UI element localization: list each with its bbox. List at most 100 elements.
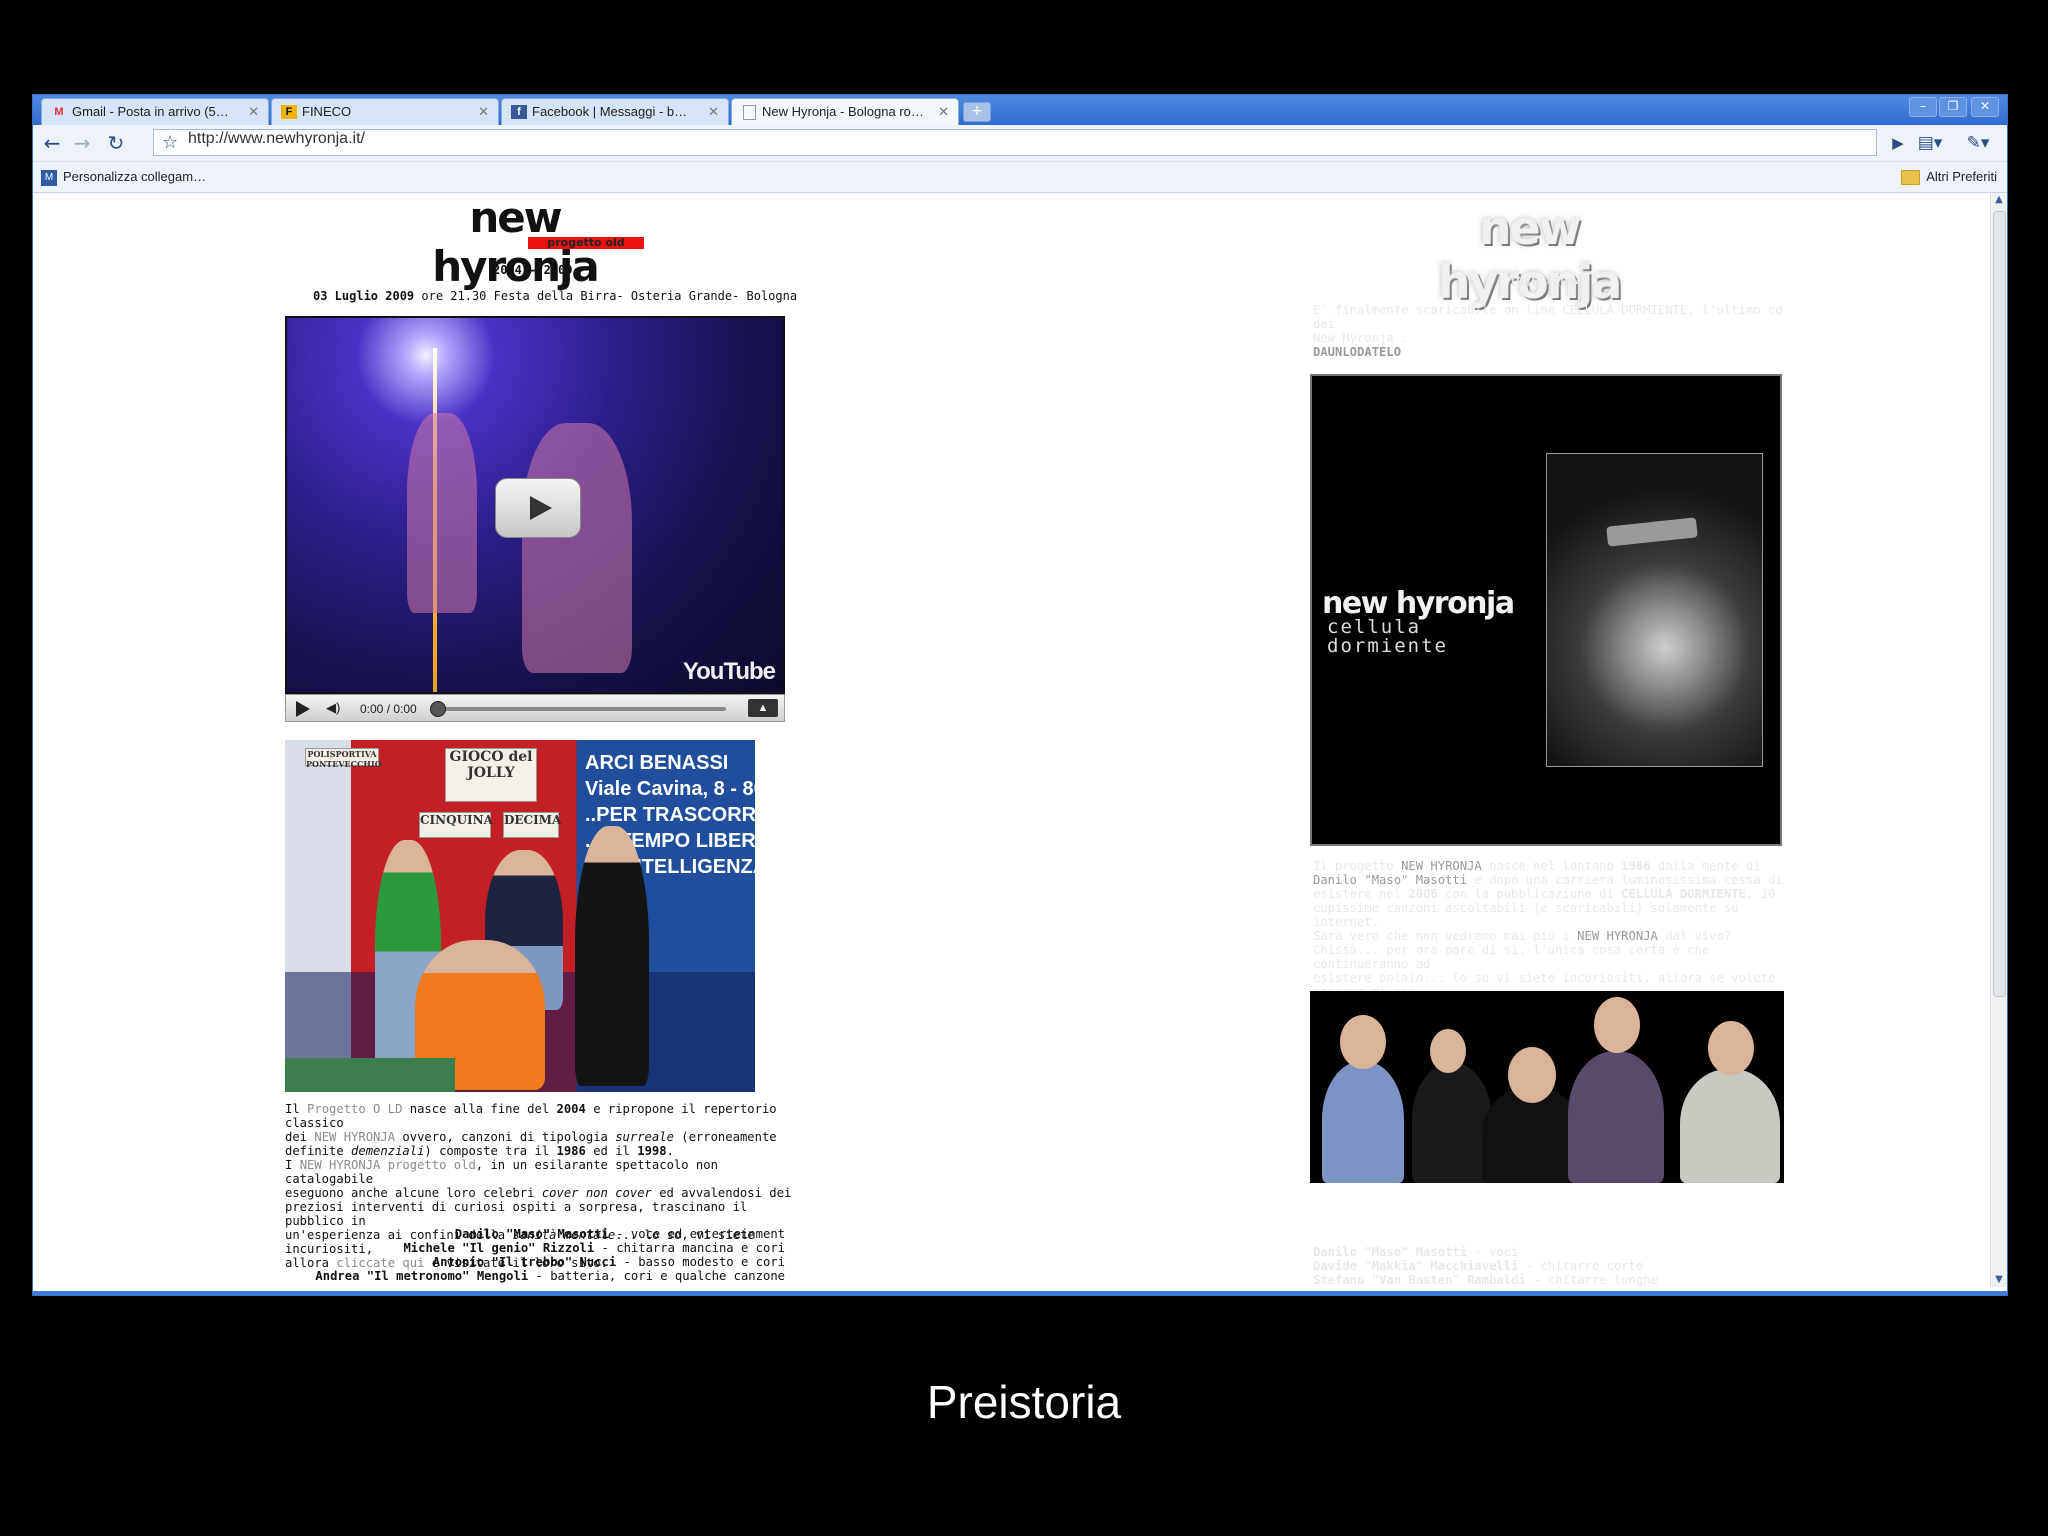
new-tab-button[interactable]: + bbox=[963, 102, 991, 122]
member-role: - chitarre lunghe bbox=[1525, 1273, 1658, 1287]
scroll-up-icon[interactable]: ▲ bbox=[1991, 193, 2007, 207]
bookmark-icon: M bbox=[41, 169, 57, 186]
text-segment: (erroneamente bbox=[673, 1130, 777, 1144]
other-bookmarks[interactable]: Altri Preferiti bbox=[1901, 168, 1997, 186]
video-controls: ◀) 0:00 / 0:00 ▲ bbox=[285, 694, 785, 722]
right-description: Il progetto NEW HYRONJA nasce nel lontan… bbox=[1313, 859, 1803, 1013]
go-button[interactable]: ▶ bbox=[1885, 130, 1911, 156]
sign-cinquina: CINQUINA bbox=[419, 812, 493, 838]
text-line: Chissà... per ora pare di sì, l'unica co… bbox=[1313, 943, 1803, 971]
forward-button[interactable]: → bbox=[69, 130, 95, 156]
person bbox=[1322, 1061, 1404, 1183]
person-head bbox=[1594, 997, 1640, 1053]
member-name: Michele "Il genio" Rizzoli bbox=[403, 1241, 595, 1255]
tab-gmail[interactable]: M Gmail - Posta in arrivo (577… ✕ bbox=[41, 98, 269, 125]
text-line: eseguono anche alcune loro celebri cover… bbox=[285, 1186, 805, 1200]
address-bar[interactable]: ☆ http://www.newhyronja.it/ bbox=[153, 129, 1877, 156]
text-segment: . bbox=[666, 1144, 674, 1158]
wrench-icon[interactable]: ✎▾ bbox=[1965, 130, 1991, 156]
album-cover[interactable]: new hyronja cellula dormiente bbox=[1310, 374, 1782, 846]
vertical-scrollbar[interactable]: ▲ ▼ bbox=[1990, 193, 2007, 1287]
scrollbar-thumb[interactable] bbox=[1993, 211, 2006, 997]
text-segment: nasce alla fine del bbox=[402, 1102, 557, 1116]
minimize-button[interactable]: – bbox=[1909, 97, 1937, 117]
text-segment: nasce nel lontano bbox=[1481, 859, 1622, 873]
video-player[interactable]: YouTube bbox=[285, 316, 785, 694]
back-button[interactable]: ← bbox=[39, 130, 65, 156]
video-time: 0:00 / 0:00 bbox=[360, 702, 417, 716]
reload-button[interactable]: ↻ bbox=[103, 130, 129, 156]
expand-icon[interactable]: ▲ bbox=[748, 699, 778, 717]
text-segment: con la pubblicazione di bbox=[1437, 887, 1622, 901]
member-name: Antonio "Il trebbo" Nucci bbox=[432, 1255, 617, 1269]
volume-icon[interactable]: ◀) bbox=[326, 700, 340, 716]
bookmark-customize-links[interactable]: M Personalizza collegam… bbox=[41, 168, 206, 186]
text-segment: dalla mente di bbox=[1650, 859, 1761, 873]
band-photo-old: POLISPORTIVA PONTEVECCHIO GIOCO del JOLL… bbox=[285, 740, 755, 1092]
window-close-button[interactable]: ✕ bbox=[1971, 97, 1999, 117]
tab-strip: M Gmail - Posta in arrivo (577… ✕ F FINE… bbox=[33, 95, 2007, 125]
tab-label: Gmail - Posta in arrivo (577… bbox=[72, 104, 234, 119]
text-segment: esistere nel bbox=[1313, 887, 1409, 901]
tab-new-hyronja[interactable]: New Hyronja - Bologna roc… ✕ bbox=[731, 98, 959, 125]
text-segment: cover non cover bbox=[541, 1186, 652, 1200]
text-line: definite demenziali) composte tra il 198… bbox=[285, 1144, 805, 1158]
text-segment: Progetto O LD bbox=[307, 1102, 403, 1116]
member-name: Andrea "Il metronomo" Mengoli bbox=[315, 1269, 529, 1283]
close-icon[interactable]: ✕ bbox=[248, 99, 259, 124]
event-line: 03 Luglio 2009 ore 21.30 Festa della Bir… bbox=[313, 289, 797, 303]
text-segment: 2006 bbox=[1408, 887, 1438, 901]
seek-bar[interactable] bbox=[436, 707, 726, 711]
text-segment: Il bbox=[285, 1102, 308, 1116]
close-icon[interactable]: ✕ bbox=[938, 99, 949, 124]
play-icon[interactable] bbox=[296, 701, 310, 717]
text-segment: NEW HYRONJA bbox=[1401, 859, 1482, 873]
maximize-button[interactable]: ❐ bbox=[1939, 97, 1967, 117]
tab-facebook[interactable]: f Facebook | Messaggi - barc… ✕ bbox=[501, 98, 729, 125]
page-menu-icon[interactable]: ▤▾ bbox=[1917, 130, 1943, 156]
text-segment: esistere bbox=[1313, 971, 1380, 985]
event-details: ore 21.30 Festa della Birra- Osteria Gra… bbox=[414, 289, 798, 303]
text-segment: NEW HYRONJA progetto old bbox=[299, 1158, 476, 1172]
bookmarks-bar: M Personalizza collegam… Altri Preferiti bbox=[33, 162, 2007, 193]
person-head bbox=[1340, 1015, 1386, 1069]
text-segment: 2004 bbox=[556, 1102, 586, 1116]
close-icon[interactable]: ✕ bbox=[708, 99, 719, 124]
person bbox=[575, 826, 649, 1086]
member-row: Davide "Makkia" Macchiavelli - chitarre … bbox=[1313, 1259, 1793, 1273]
play-icon[interactable] bbox=[495, 478, 581, 538]
person bbox=[1568, 1051, 1664, 1183]
member-row: Andrea "Il metronomo" Mengoli - batteria… bbox=[285, 1269, 785, 1283]
text-segment: NEW HYRONJA bbox=[314, 1130, 396, 1144]
member-name: Danilo "Maso" Masotti bbox=[1313, 1245, 1468, 1259]
close-icon[interactable]: ✕ bbox=[478, 99, 489, 124]
browser-window: M Gmail - Posta in arrivo (577… ✕ F FINE… bbox=[32, 94, 2008, 1296]
text-line: preziosi interventi di curiosi ospiti a … bbox=[285, 1200, 805, 1228]
person-head bbox=[1708, 1021, 1754, 1075]
text-line: I NEW HYRONJA progetto old, in un esilar… bbox=[285, 1158, 805, 1186]
doll-image bbox=[1546, 453, 1763, 767]
member-role: - basso modesto e cori bbox=[616, 1255, 785, 1269]
text-line: Il progetto NEW HYRONJA nasce nel lontan… bbox=[1313, 859, 1803, 873]
member-row: Danilo "Maso" Masotti - voce ed entertei… bbox=[285, 1227, 785, 1241]
text-segment: preziosi interventi di curiosi ospiti a … bbox=[285, 1200, 748, 1228]
member-row: Stefano "Van Basten" Rambaldi - chitarre… bbox=[1313, 1273, 1793, 1287]
page-content: new hyronja progetto old 2004 - 2009 03 … bbox=[33, 193, 1993, 1287]
performer-figure bbox=[407, 413, 477, 613]
left-members: Danilo "Maso" Masotti - voce ed entertei… bbox=[285, 1227, 785, 1283]
member-role: - voce ed enterteinment bbox=[608, 1227, 785, 1241]
new-hyronja-logo-dark[interactable]: new hyronja bbox=[1389, 201, 1669, 309]
scroll-down-icon[interactable]: ▼ bbox=[1991, 1273, 2007, 1287]
text-segment: ed il bbox=[585, 1144, 638, 1158]
tab-fineco[interactable]: F FINECO ✕ bbox=[271, 98, 499, 125]
text-line: esistere nel 2006 con la pubblicazione d… bbox=[1313, 887, 1803, 901]
logo-subtitle: progetto old bbox=[528, 237, 644, 249]
seek-handle[interactable] bbox=[430, 701, 446, 717]
intro-text: E' finalmente scaricabile on line CELLUL… bbox=[1313, 303, 1793, 345]
text-segment: Chissà... per ora pare di sì, l'unica co… bbox=[1313, 943, 1710, 971]
member-name: Davide "Makkia" Macchiavelli bbox=[1313, 1259, 1519, 1273]
star-icon[interactable]: ☆ bbox=[162, 130, 178, 155]
text-line: Danilo "Maso" Masotti e dopo una carrier… bbox=[1313, 873, 1803, 887]
tab-label: Facebook | Messaggi - barc… bbox=[532, 104, 694, 119]
download-link[interactable]: DAUNLODATELO bbox=[1313, 345, 1401, 359]
